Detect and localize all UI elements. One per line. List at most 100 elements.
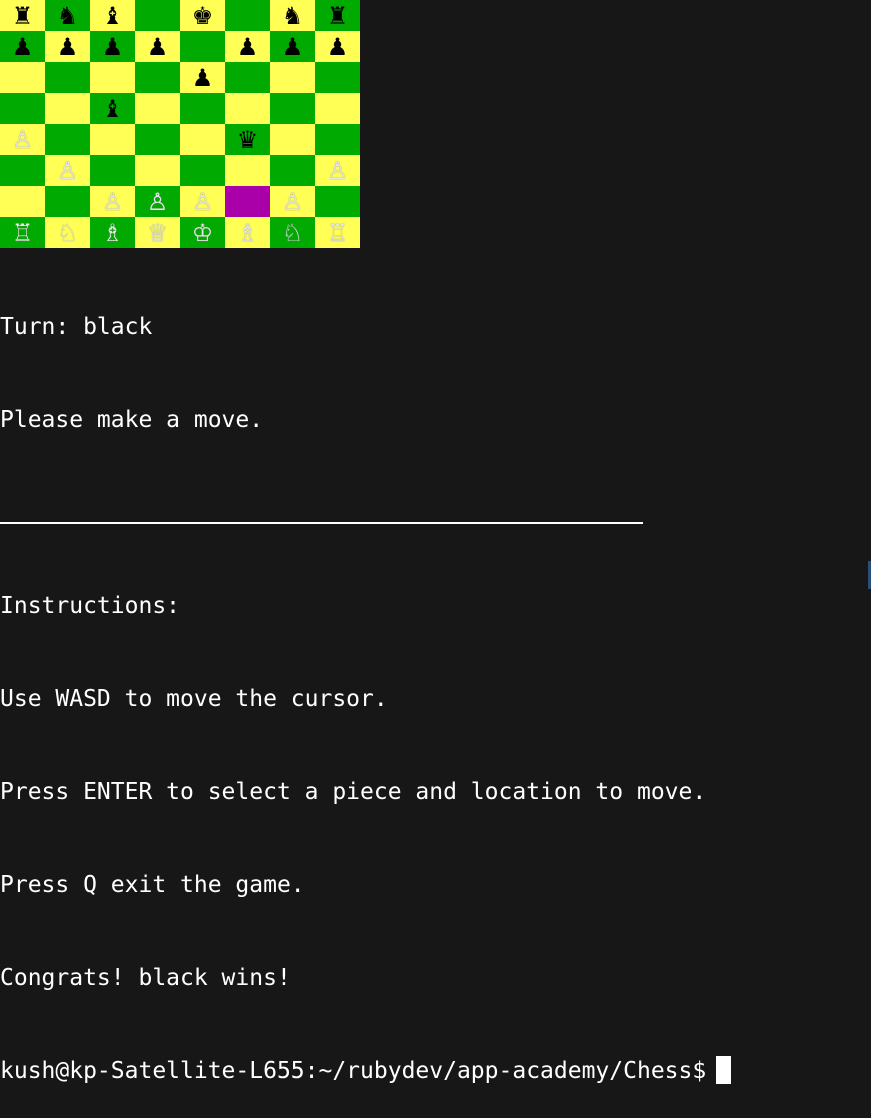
board-square[interactable] xyxy=(90,155,135,186)
black-pawn-icon: ♟ xyxy=(56,32,79,61)
board-square[interactable]: ♘ xyxy=(45,217,90,248)
board-square[interactable]: ♟ xyxy=(315,31,360,62)
board-square[interactable] xyxy=(225,0,270,31)
black-pawn-icon: ♟ xyxy=(191,63,214,92)
board-square[interactable] xyxy=(270,155,315,186)
board-square[interactable]: ♙ xyxy=(270,186,315,217)
board-square[interactable] xyxy=(315,186,360,217)
board-square[interactable] xyxy=(45,124,90,155)
white-bishop-icon: ♗ xyxy=(101,218,124,247)
board-square[interactable]: ♙ xyxy=(180,186,225,217)
board-square[interactable]: ♞ xyxy=(270,0,315,31)
board-square[interactable] xyxy=(180,124,225,155)
board-square[interactable]: ♙ xyxy=(135,186,180,217)
board-square[interactable]: ♟ xyxy=(90,31,135,62)
black-pawn-icon: ♟ xyxy=(281,32,304,61)
board-square[interactable]: ♝ xyxy=(90,93,135,124)
board-square[interactable] xyxy=(45,93,90,124)
black-pawn-icon: ♟ xyxy=(11,32,34,61)
black-bishop-icon: ♝ xyxy=(101,1,124,30)
board-square[interactable] xyxy=(225,62,270,93)
instruction-line: Press Q exit the game. xyxy=(0,872,305,898)
board-square[interactable]: ♟ xyxy=(180,62,225,93)
white-rook-icon: ♖ xyxy=(11,218,34,247)
instructions-header: Instructions: xyxy=(0,593,181,619)
board-square[interactable] xyxy=(135,0,180,31)
board-square[interactable] xyxy=(45,186,90,217)
board-square[interactable]: ♟ xyxy=(225,31,270,62)
board-square[interactable]: ♙ xyxy=(315,155,360,186)
instruction-line: Use WASD to move the cursor. xyxy=(0,686,388,712)
board-square[interactable] xyxy=(225,93,270,124)
board-square[interactable] xyxy=(135,93,180,124)
black-rook-icon: ♜ xyxy=(11,1,34,30)
board-square[interactable]: ♜ xyxy=(315,0,360,31)
white-bishop-icon: ♗ xyxy=(236,218,259,247)
black-pawn-icon: ♟ xyxy=(101,32,124,61)
text-cursor[interactable] xyxy=(716,1056,732,1084)
board-square[interactable] xyxy=(0,155,45,186)
board-square[interactable] xyxy=(90,124,135,155)
black-bishop-icon: ♝ xyxy=(101,94,124,123)
board-square[interactable]: ♜ xyxy=(0,0,45,31)
white-knight-icon: ♘ xyxy=(56,218,79,247)
board-square[interactable]: ♙ xyxy=(90,186,135,217)
board-square[interactable] xyxy=(90,62,135,93)
board-square[interactable]: ♕ xyxy=(135,217,180,248)
board-square[interactable] xyxy=(315,124,360,155)
white-pawn-icon: ♙ xyxy=(56,156,79,185)
black-knight-icon: ♞ xyxy=(281,1,304,30)
board-square[interactable]: ♟ xyxy=(270,31,315,62)
board-square[interactable] xyxy=(0,186,45,217)
board-square[interactable]: ♙ xyxy=(0,124,45,155)
move-prompt: Please make a move. xyxy=(0,407,264,433)
board-square[interactable] xyxy=(180,31,225,62)
board-square[interactable]: ♛ xyxy=(225,124,270,155)
board-square[interactable] xyxy=(270,124,315,155)
chess-board: ♜ ♞ ♝ ♚ ♞ ♜ ♟ ♟ ♟ ♟ ♟ ♟ ♟ ♟ ♝ ♙ ♛ ♙ ♙ ♙ ♙ ♙ ♙ ♖ ♘ ♗ ♕ ♔ ♗ ♘ ♖ xyxy=(0,0,360,250)
board-square[interactable] xyxy=(180,93,225,124)
instruction-line: Press ENTER to select a piece and locati… xyxy=(0,779,707,805)
board-square[interactable] xyxy=(135,124,180,155)
board-square[interactable]: ♟ xyxy=(45,31,90,62)
board-square[interactable]: ♚ xyxy=(180,0,225,31)
shell-prompt-line[interactable]: kush@kp-Satellite-L655:~/rubydev/app-aca… xyxy=(0,1056,732,1087)
separator-line xyxy=(0,493,643,524)
white-pawn-icon: ♙ xyxy=(191,187,214,216)
white-king-icon: ♔ xyxy=(191,218,214,247)
board-square[interactable] xyxy=(135,155,180,186)
white-queen-icon: ♕ xyxy=(146,218,169,247)
black-pawn-icon: ♟ xyxy=(236,32,259,61)
white-knight-icon: ♘ xyxy=(281,218,304,247)
board-square[interactable] xyxy=(315,62,360,93)
board-square[interactable] xyxy=(180,155,225,186)
board-cursor-square[interactable] xyxy=(225,186,270,217)
black-pawn-icon: ♟ xyxy=(326,32,349,61)
board-square[interactable]: ♖ xyxy=(315,217,360,248)
board-square[interactable]: ♘ xyxy=(270,217,315,248)
board-square[interactable]: ♔ xyxy=(180,217,225,248)
board-square[interactable]: ♗ xyxy=(90,217,135,248)
board-square[interactable]: ♙ xyxy=(45,155,90,186)
turn-status: Turn: black xyxy=(0,314,153,340)
board-square[interactable] xyxy=(270,62,315,93)
board-square[interactable]: ♝ xyxy=(90,0,135,31)
white-pawn-icon: ♙ xyxy=(146,187,169,216)
white-pawn-icon: ♙ xyxy=(11,125,34,154)
board-square[interactable] xyxy=(0,93,45,124)
board-square[interactable]: ♞ xyxy=(45,0,90,31)
board-square[interactable] xyxy=(315,93,360,124)
board-square[interactable] xyxy=(135,62,180,93)
board-square[interactable]: ♟ xyxy=(0,31,45,62)
black-queen-icon: ♛ xyxy=(236,125,259,154)
board-square[interactable]: ♖ xyxy=(0,217,45,248)
board-square[interactable] xyxy=(270,93,315,124)
board-square[interactable]: ♗ xyxy=(225,217,270,248)
black-rook-icon: ♜ xyxy=(326,1,349,30)
board-square[interactable] xyxy=(225,155,270,186)
black-knight-icon: ♞ xyxy=(56,1,79,30)
board-square[interactable]: ♟ xyxy=(135,31,180,62)
board-square[interactable] xyxy=(0,62,45,93)
board-square[interactable] xyxy=(45,62,90,93)
black-king-icon: ♚ xyxy=(191,1,214,30)
